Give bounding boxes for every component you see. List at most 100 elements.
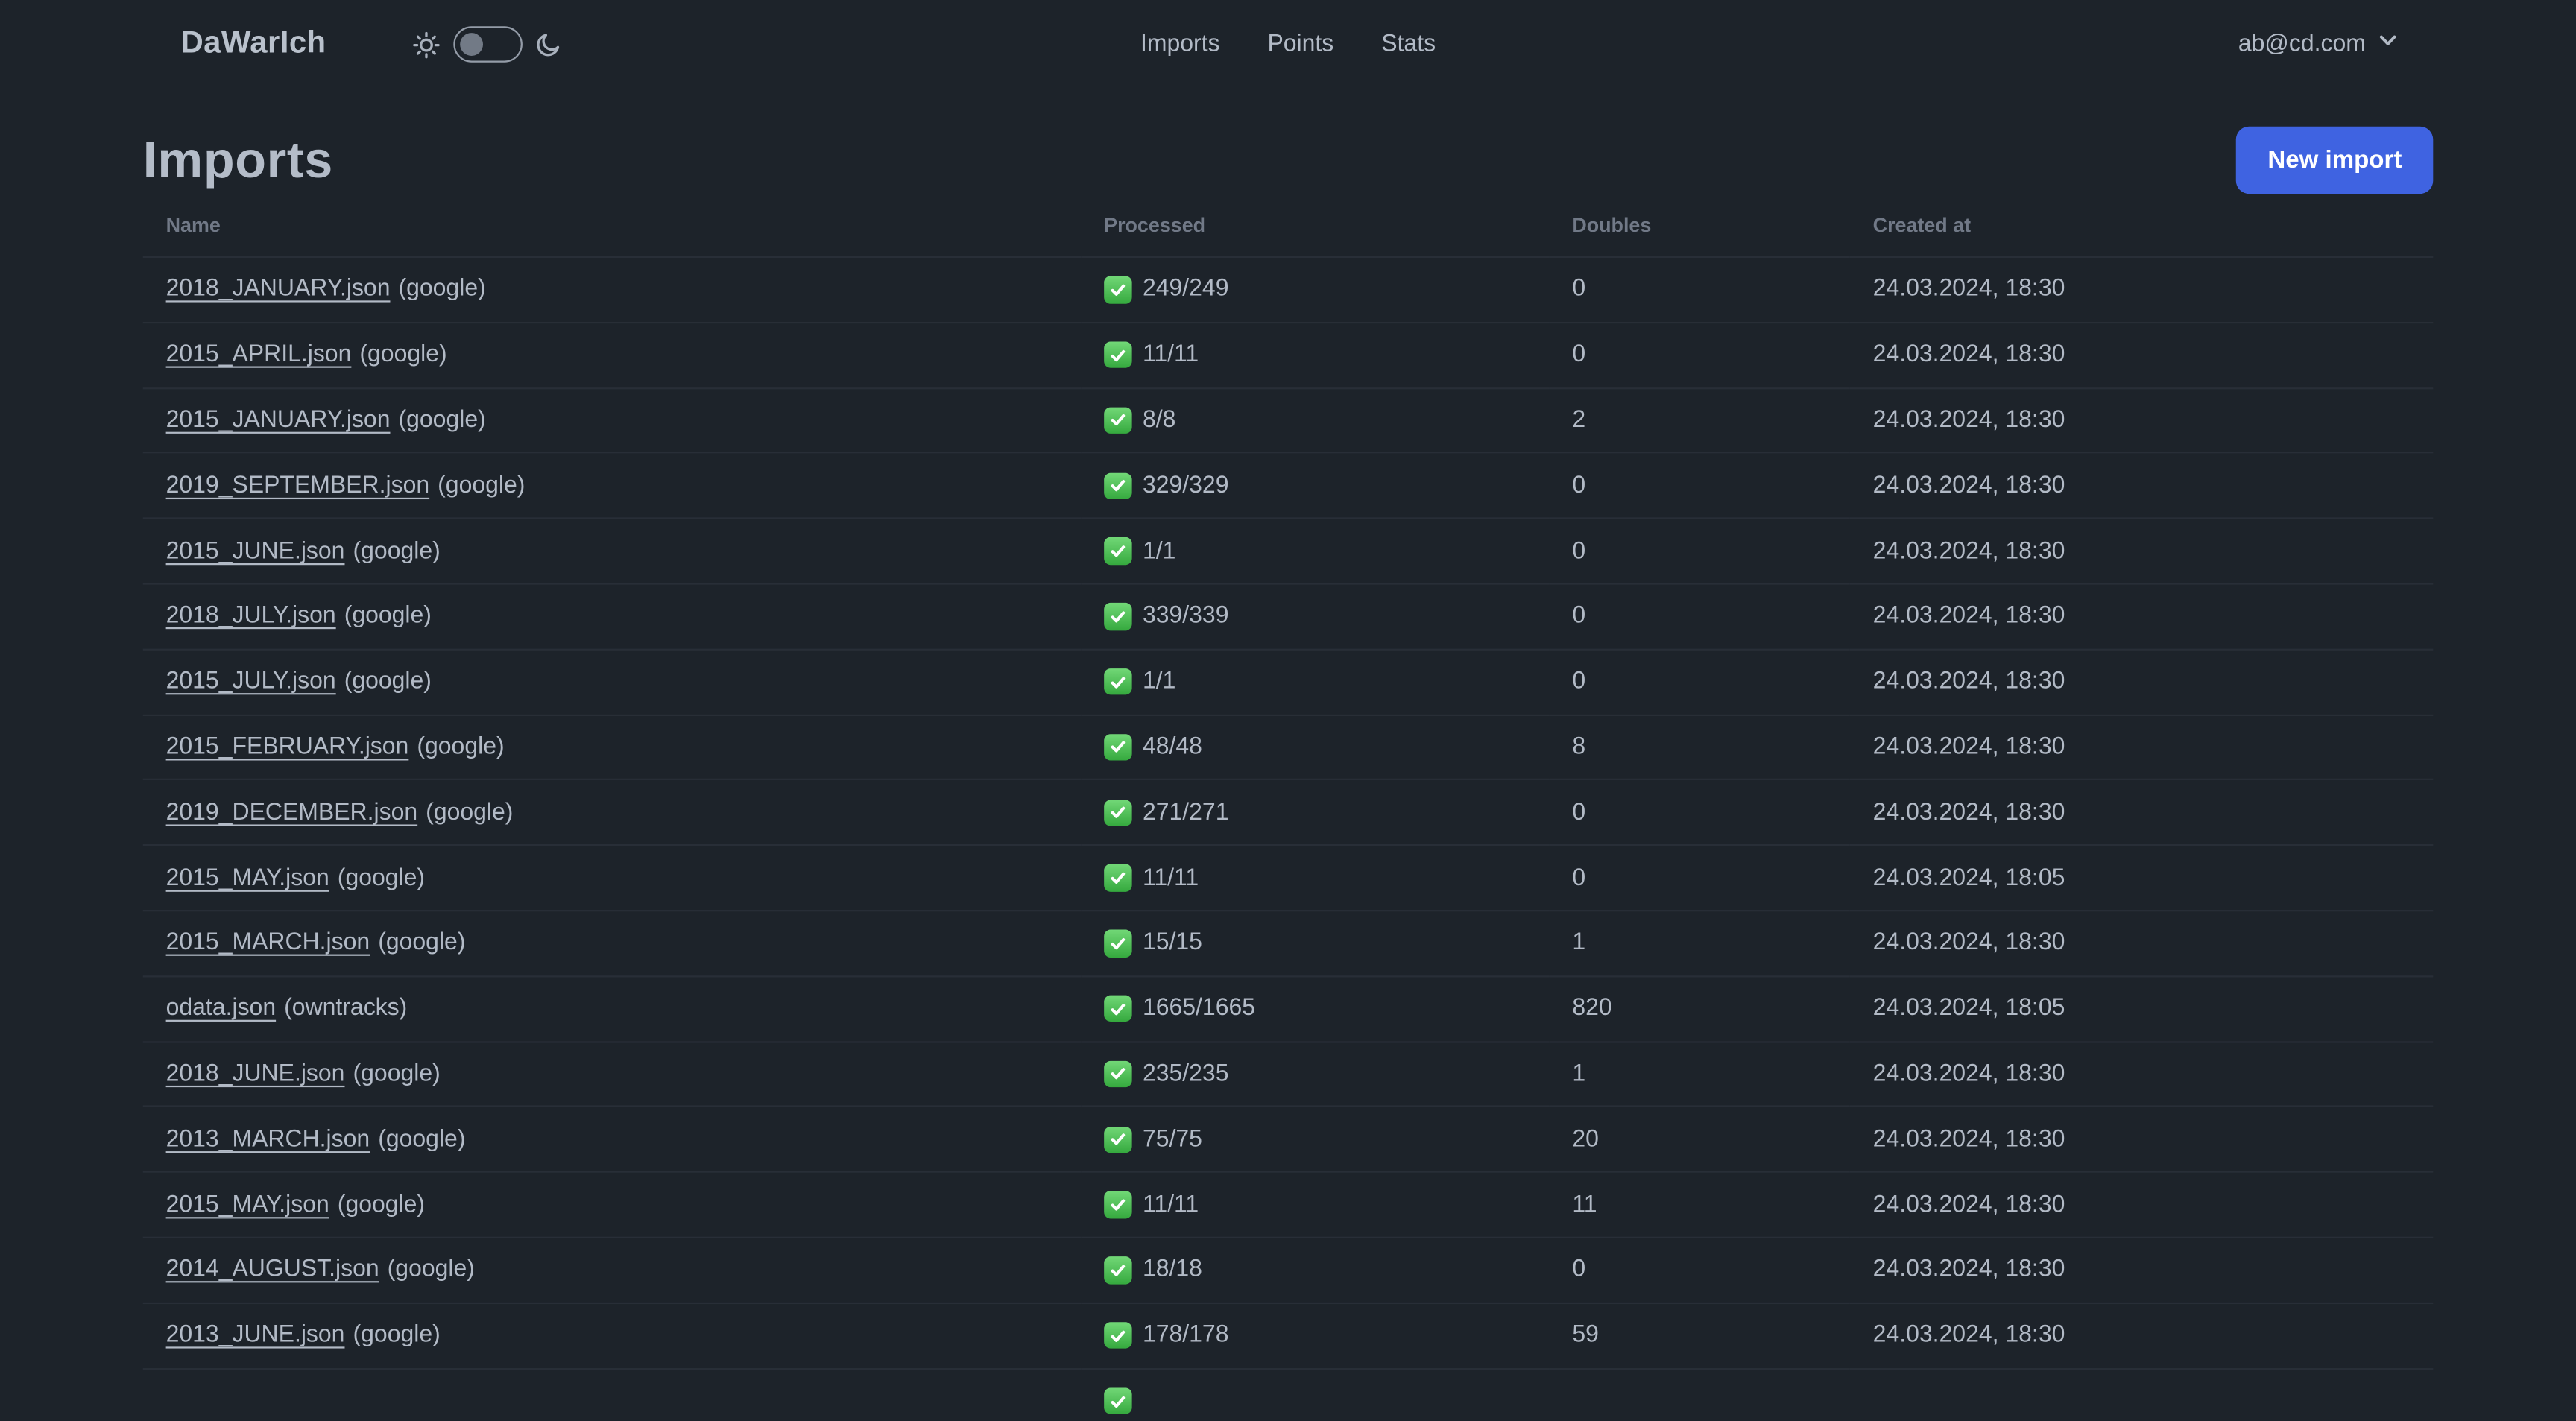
table-row: 2015_JUNE.json (google) 1/1 0 24.03.2024,… bbox=[142, 518, 2434, 584]
brand-logo[interactable]: DaWarIch bbox=[180, 26, 326, 62]
green-check-icon bbox=[1104, 472, 1131, 500]
nav-link-imports[interactable]: Imports bbox=[1140, 31, 1220, 57]
created-at-cell: 24.03.2024, 18:30 bbox=[1872, 668, 2065, 695]
import-file-link[interactable]: 2018_JULY.json bbox=[166, 604, 336, 630]
import-file-link[interactable]: 2014_AUGUST.json bbox=[166, 1257, 379, 1283]
account-menu[interactable]: ab@cd.com bbox=[2238, 30, 2399, 60]
import-source-label: (google) bbox=[438, 472, 525, 499]
processed-cell: 15/15 bbox=[1081, 911, 1549, 976]
name-cell: 2013_MARCH.json (google) bbox=[143, 1107, 1082, 1172]
import-source-label: (google) bbox=[387, 1256, 475, 1284]
import-file-link[interactable]: 2015_JANUARY.json bbox=[166, 408, 391, 434]
created-at-cell: 24.03.2024, 18:30 bbox=[1872, 538, 2065, 565]
import-file-link[interactable]: 2018_JUNE.json bbox=[166, 1061, 345, 1087]
processed-count: 249/249 bbox=[1142, 276, 1229, 303]
nav-link-stats[interactable]: Stats bbox=[1381, 31, 1436, 57]
table-row: 2013_JUNE.json (google) 178/178 59 24.03.… bbox=[142, 1303, 2434, 1368]
import-file-link[interactable]: 2019_DECEMBER.json bbox=[166, 800, 418, 826]
import-file-link[interactable]: 2015_JUNE.json bbox=[166, 538, 345, 564]
theme-toggle-group bbox=[411, 26, 561, 63]
name-cell: 2015_APRIL.json (google) bbox=[143, 323, 1082, 388]
green-check-icon bbox=[1104, 1125, 1131, 1153]
import-source-label: (google) bbox=[398, 407, 486, 434]
name-cell: 2018_JULY.json (google) bbox=[143, 584, 1082, 650]
processed-cell: 178/178 bbox=[1081, 1303, 1549, 1368]
green-check-icon bbox=[1104, 733, 1131, 761]
import-file-link[interactable]: 2015_MAY.json bbox=[166, 865, 329, 891]
import-file-link[interactable]: 2015_MAY.json bbox=[166, 1191, 329, 1218]
created-at-cell: 24.03.2024, 18:30 bbox=[1872, 276, 2065, 303]
processed-count: 11/11 bbox=[1142, 1191, 1199, 1218]
name-cell: odata.json (owntracks) bbox=[143, 976, 1082, 1042]
import-file-link[interactable]: 2015_MARCH.json bbox=[166, 930, 370, 956]
import-source-label: (google) bbox=[353, 1322, 441, 1349]
created-at-cell: 24.03.2024, 18:30 bbox=[1872, 1060, 2065, 1088]
doubles-cell: 0 bbox=[1572, 1256, 1586, 1284]
import-file-link[interactable]: odata.json bbox=[166, 996, 277, 1022]
processed-count: 15/15 bbox=[1142, 930, 1202, 957]
created-at-cell: 24.03.2024, 18:05 bbox=[1872, 996, 2065, 1022]
new-import-button[interactable]: New import bbox=[2236, 126, 2434, 194]
table-row: 2019_SEPTEMBER.json (google) 329/329 0 24… bbox=[142, 453, 2434, 519]
processed-count: 8/8 bbox=[1142, 407, 1176, 434]
sun-icon bbox=[411, 31, 439, 58]
doubles-cell bbox=[1549, 1368, 1849, 1420]
green-check-icon bbox=[1104, 341, 1131, 369]
name-cell: 2015_MAY.json (google) bbox=[143, 1172, 1082, 1238]
green-check-icon bbox=[1104, 1256, 1131, 1284]
doubles-cell: 0 bbox=[1572, 538, 1586, 565]
import-source-label: (google) bbox=[378, 930, 466, 957]
doubles-cell: 11 bbox=[1572, 1191, 1597, 1218]
table-row: 2015_MAY.json (google) 11/11 11 24.03.202… bbox=[142, 1171, 2434, 1238]
name-cell: 2015_MARCH.json (google) bbox=[143, 911, 1082, 976]
import-file-link[interactable]: 2015_FEBRUARY.json bbox=[166, 734, 409, 760]
green-check-icon bbox=[1104, 537, 1131, 565]
import-file-link[interactable]: 2019_SEPTEMBER.json bbox=[166, 472, 430, 499]
column-header-name: Name bbox=[165, 213, 221, 237]
nav-link-points[interactable]: Points bbox=[1267, 31, 1333, 57]
doubles-cell: 0 bbox=[1572, 668, 1586, 695]
green-check-icon bbox=[1104, 995, 1131, 1022]
green-check-icon bbox=[1104, 864, 1131, 892]
import-file-link[interactable]: 2013_JUNE.json bbox=[166, 1323, 345, 1349]
theme-switch[interactable] bbox=[452, 26, 522, 63]
name-cell: 2018_JUNE.json (google) bbox=[143, 1042, 1082, 1107]
green-check-icon bbox=[1104, 929, 1131, 958]
name-cell: 2019_SEPTEMBER.json (google) bbox=[143, 453, 1082, 519]
table-header-row: Name Processed Doubles Created at bbox=[142, 194, 2434, 257]
import-source-label: (google) bbox=[353, 1060, 441, 1088]
table-row: 2015_JANUARY.json (google) 8/8 2 24.03.20… bbox=[142, 387, 2434, 453]
import-file-link[interactable]: 2015_JULY.json bbox=[166, 668, 336, 694]
page-header: Imports New import bbox=[143, 126, 2434, 194]
imports-table-body: 2018_JANUARY.json (google) 249/249 0 24.0… bbox=[142, 257, 2434, 1421]
processed-cell: 1/1 bbox=[1081, 519, 1549, 584]
processed-cell: 8/8 bbox=[1081, 387, 1549, 453]
import-source-label: (google) bbox=[426, 799, 514, 826]
import-source-label: (google) bbox=[344, 603, 432, 630]
table-row: 2015_FEBRUARY.json (google) 48/48 8 24.03… bbox=[142, 714, 2434, 780]
processed-count: 329/329 bbox=[1142, 472, 1229, 499]
import-file-link[interactable]: 2013_MARCH.json bbox=[166, 1126, 370, 1152]
created-at-cell: 24.03.2024, 18:30 bbox=[1872, 472, 2065, 499]
name-cell: 2015_JUNE.json (google) bbox=[143, 519, 1082, 584]
import-file-link[interactable]: 2018_JANUARY.json bbox=[166, 276, 391, 303]
name-cell: 2019_DECEMBER.json (google) bbox=[143, 780, 1082, 846]
processed-cell: 249/249 bbox=[1081, 257, 1549, 323]
column-header-created-at: Created at bbox=[1872, 213, 1972, 237]
green-check-icon bbox=[1104, 668, 1131, 696]
column-header-doubles: Doubles bbox=[1572, 213, 1652, 237]
import-source-label: (google) bbox=[417, 734, 505, 761]
doubles-cell: 0 bbox=[1572, 276, 1586, 303]
processed-count: 11/11 bbox=[1142, 341, 1199, 369]
import-source-label: (google) bbox=[359, 341, 447, 369]
processed-cell: 271/271 bbox=[1081, 780, 1549, 846]
created-at-cell bbox=[1850, 1368, 2433, 1420]
processed-cell: 11/11 bbox=[1081, 323, 1549, 388]
green-check-icon bbox=[1104, 276, 1131, 303]
doubles-cell: 2 bbox=[1572, 407, 1586, 434]
table-row: 2015_MAY.json (google) 11/11 0 24.03.2024… bbox=[142, 845, 2434, 911]
doubles-cell: 0 bbox=[1572, 472, 1586, 499]
processed-cell: 48/48 bbox=[1081, 715, 1549, 780]
import-file-link[interactable]: 2015_APRIL.json bbox=[166, 342, 352, 368]
processed-count: 48/48 bbox=[1142, 734, 1202, 761]
